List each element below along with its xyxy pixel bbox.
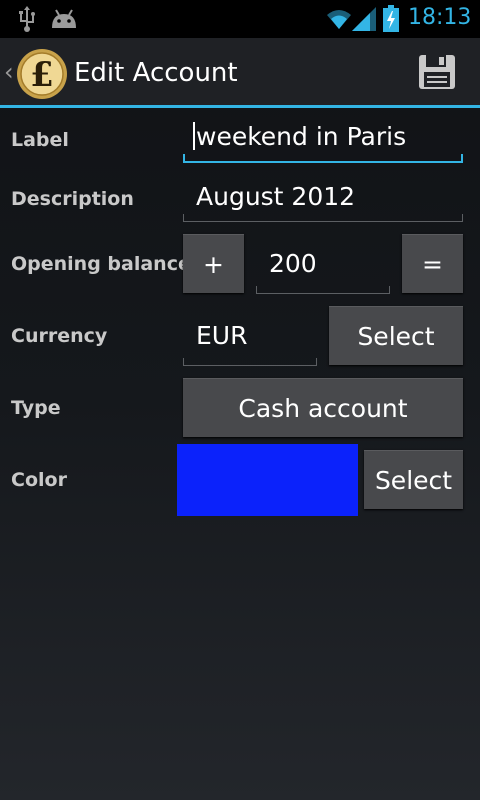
status-clock: 18:13: [408, 5, 472, 30]
opening-balance-input[interactable]: 200: [256, 240, 390, 294]
opening-balance-caption: Opening balance: [11, 253, 191, 275]
label-caption: Label: [11, 129, 69, 151]
type-caption: Type: [11, 397, 61, 419]
currency-select-button[interactable]: Select: [329, 306, 463, 365]
color-caption: Color: [11, 469, 67, 491]
back-chevron-icon[interactable]: ‹: [4, 58, 14, 86]
svg-text:£: £: [30, 55, 54, 95]
signal-icon: [352, 7, 376, 35]
android-icon: [50, 8, 78, 34]
color-select-button[interactable]: Select: [364, 450, 463, 509]
action-bar: ‹ £ Edit Account: [0, 38, 480, 108]
pound-coin-logo[interactable]: £: [16, 48, 68, 104]
opening-balance-value: 200: [269, 249, 317, 278]
account-type-button[interactable]: Cash account: [183, 378, 463, 437]
currency-value: EUR: [196, 321, 248, 350]
description-caption: Description: [11, 188, 134, 210]
battery-charging-icon: [382, 5, 400, 37]
color-swatch[interactable]: [177, 444, 358, 516]
sign-toggle-button[interactable]: +: [183, 234, 244, 293]
wifi-icon: [326, 7, 352, 35]
calculate-button[interactable]: =: [402, 234, 463, 293]
description-value: August 2012: [196, 182, 356, 211]
currency-input[interactable]: EUR: [183, 312, 317, 366]
page-title: Edit Account: [74, 58, 238, 88]
currency-caption: Currency: [11, 325, 108, 347]
save-icon[interactable]: [418, 54, 456, 94]
status-bar: 18:13: [0, 0, 480, 38]
label-input[interactable]: weekend in Paris: [183, 118, 463, 163]
description-input[interactable]: August 2012: [183, 178, 463, 222]
label-value: weekend in Paris: [196, 122, 407, 151]
text-cursor: [193, 122, 195, 150]
usb-icon: [16, 6, 38, 36]
screen: 18:13 ‹ £ Edit Account Label weekend in …: [0, 0, 480, 800]
